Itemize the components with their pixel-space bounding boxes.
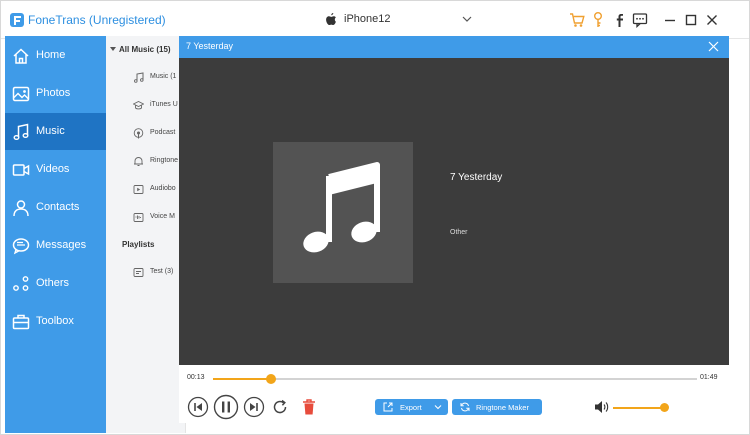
category-item-label: Ringtone	[150, 157, 179, 164]
caret-down-icon	[110, 47, 116, 51]
device-selector[interactable]: iPhone12	[321, 9, 478, 31]
sidebar-item-label: Home	[36, 49, 66, 61]
graduation-cap-icon	[133, 100, 144, 110]
voice-memo-icon	[133, 213, 144, 222]
messages-icon	[12, 238, 30, 255]
volume-icon[interactable]	[594, 400, 609, 414]
home-icon	[13, 48, 29, 64]
category-panel: All Music (15) Music (1 iTunes U Podcast…	[106, 36, 186, 433]
track-name: 7 Yesterday	[450, 172, 503, 183]
sidebar-item-contacts[interactable]: Contacts	[5, 189, 106, 226]
others-icon	[13, 276, 29, 291]
player-stage: 7 Yesterday Other	[179, 58, 729, 365]
podcast-icon	[133, 128, 144, 139]
close-icon[interactable]	[704, 11, 720, 29]
playlist-item-label: Test (3)	[150, 268, 174, 275]
music-icon	[13, 123, 29, 140]
sidebar: Home Photos Music Videos Contacts Messag…	[5, 36, 106, 433]
export-icon	[383, 402, 393, 412]
sidebar-item-label: Messages	[36, 239, 87, 251]
player-controls: Export Ringtone Maker	[179, 391, 729, 423]
previous-button[interactable]	[187, 396, 209, 418]
sidebar-item-videos[interactable]: Videos	[5, 151, 106, 188]
category-item-label: Voice M	[150, 213, 175, 220]
sidebar-item-label: Music	[36, 125, 65, 137]
refresh-icon	[460, 402, 470, 412]
export-button[interactable]: Export	[375, 399, 448, 415]
facebook-icon[interactable]	[611, 11, 627, 29]
player-title: 7 Yesterday	[186, 41, 234, 51]
bell-icon	[134, 157, 143, 166]
category-item-label: iTunes U	[150, 101, 178, 108]
category-item-label: Audiobo	[150, 185, 176, 192]
playlist-icon	[133, 268, 144, 277]
sidebar-item-label: Contacts	[36, 201, 80, 213]
export-label: Export	[400, 403, 422, 412]
apple-icon	[326, 13, 336, 25]
category-header-label: All Music (15)	[119, 45, 171, 54]
progress-handle[interactable]	[266, 374, 277, 384]
sidebar-item-others[interactable]: Others	[5, 265, 106, 302]
track-artist: Other	[450, 229, 468, 236]
note-icon	[134, 72, 144, 83]
ringtone-maker-label: Ringtone Maker	[476, 403, 529, 412]
sidebar-item-label: Photos	[36, 87, 71, 99]
sidebar-item-toolbox[interactable]: Toolbox	[5, 303, 106, 340]
title-bar: FoneTrans (Unregistered) iPhone12	[1, 1, 749, 39]
photos-icon	[12, 86, 30, 102]
playlists-header: Playlists	[122, 240, 155, 249]
music-note-icon	[303, 162, 380, 253]
chat-icon[interactable]	[632, 11, 648, 29]
repeat-icon[interactable]	[271, 398, 289, 416]
sidebar-item-photos[interactable]: Photos	[5, 75, 106, 112]
toolbox-icon	[12, 314, 30, 330]
playback-timeline: 00:13 01:49	[179, 365, 729, 391]
minimize-icon[interactable]	[662, 11, 678, 29]
volume-slider[interactable]	[613, 407, 667, 409]
key-icon[interactable]	[590, 11, 606, 29]
volume-handle[interactable]	[659, 403, 669, 412]
category-item-label: Podcast	[150, 129, 176, 136]
album-art	[273, 142, 413, 283]
sidebar-item-label: Others	[36, 277, 70, 289]
contacts-icon	[13, 200, 29, 217]
cart-icon[interactable]	[569, 11, 585, 29]
category-all-music[interactable]: All Music (15)	[110, 45, 171, 54]
app-logo-icon	[10, 13, 24, 27]
chevron-down-icon	[462, 16, 472, 22]
maximize-icon[interactable]	[683, 11, 699, 29]
category-item-label: Music (1	[150, 73, 177, 80]
close-icon[interactable]	[708, 41, 719, 52]
ringtone-maker-button[interactable]: Ringtone Maker	[452, 399, 542, 415]
sidebar-item-messages[interactable]: Messages	[5, 227, 106, 264]
device-name: iPhone12	[344, 13, 391, 25]
sidebar-item-home[interactable]: Home	[5, 37, 106, 74]
sidebar-item-label: Toolbox	[36, 315, 74, 327]
progress-track[interactable]	[213, 374, 697, 384]
delete-icon[interactable]	[302, 398, 316, 416]
duration: 01:49	[700, 374, 718, 381]
sidebar-item-music[interactable]: Music	[5, 113, 106, 150]
videos-icon	[12, 164, 30, 176]
audiobook-icon	[133, 185, 144, 194]
sidebar-item-label: Videos	[36, 163, 70, 175]
app-window: FoneTrans (Unregistered) iPhone12 Home P…	[0, 0, 750, 435]
pause-button[interactable]	[213, 394, 239, 420]
music-player-dialog: 7 Yesterday 7 Yesterday Other 00:13 01:4…	[179, 36, 729, 423]
current-time: 00:13	[187, 374, 205, 381]
app-title: FoneTrans (Unregistered)	[28, 13, 166, 27]
chevron-down-icon	[434, 405, 442, 410]
next-button[interactable]	[243, 396, 265, 418]
progress-fill	[213, 378, 272, 380]
player-header: 7 Yesterday	[179, 36, 729, 58]
